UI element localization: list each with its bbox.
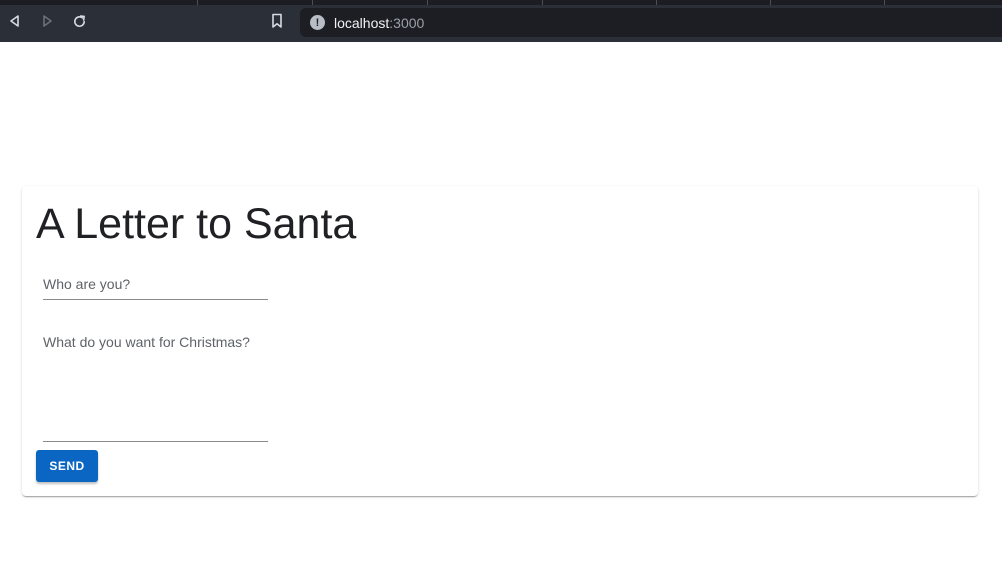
tab-separator: [542, 0, 543, 5]
reload-icon: [72, 14, 87, 29]
tab-separator: [770, 0, 771, 5]
browser-toolbar: ! localhost :3000: [0, 0, 1002, 42]
back-icon: [8, 14, 22, 28]
wish-textarea-label: What do you want for Christmas?: [43, 334, 250, 350]
name-input-label: Who are you?: [43, 276, 131, 292]
tab-separator: [312, 0, 313, 5]
letter-card: A Letter to Santa Who are you? What do y…: [22, 186, 978, 496]
page-title: A Letter to Santa: [36, 200, 357, 248]
info-icon[interactable]: !: [310, 15, 325, 30]
tab-separator: [884, 0, 885, 5]
url-port: :3000: [389, 14, 425, 31]
forward-icon: [40, 14, 54, 28]
reload-button[interactable]: [70, 12, 88, 30]
name-input[interactable]: Who are you?: [43, 276, 268, 300]
tab-separator: [656, 0, 657, 5]
address-bar[interactable]: ! localhost :3000: [300, 8, 1002, 37]
forward-button[interactable]: [38, 12, 56, 30]
tab-strip: [0, 0, 1002, 5]
wish-textarea[interactable]: What do you want for Christmas?: [43, 334, 268, 442]
bookmark-button[interactable]: [270, 13, 286, 31]
tab-separator: [197, 0, 198, 5]
back-button[interactable]: [6, 12, 24, 30]
bookmark-icon: [270, 13, 284, 33]
send-button[interactable]: SEND: [36, 450, 98, 482]
url-host: localhost: [334, 14, 390, 31]
tab-separator: [427, 0, 428, 5]
